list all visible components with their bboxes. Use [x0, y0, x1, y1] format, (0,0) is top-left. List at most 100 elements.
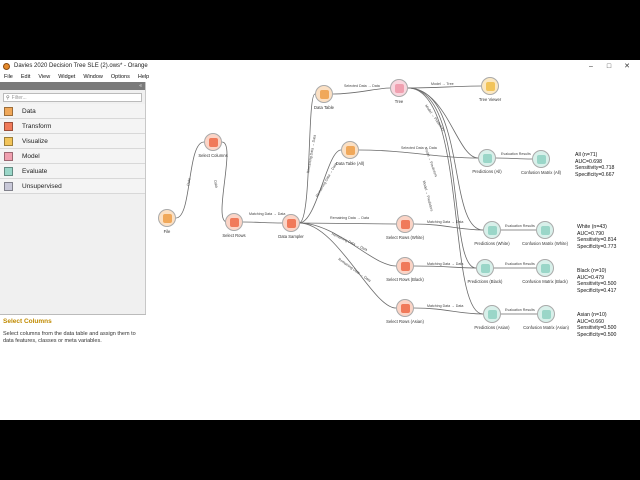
file-icon [162, 213, 172, 223]
data-table-widget[interactable] [315, 85, 333, 103]
predictions-white-widget[interactable] [483, 221, 501, 239]
select-rows-black-label: Select Rows (Black) [386, 277, 424, 282]
edge-label-matching: Matching Data → Data [427, 262, 464, 266]
tree-viewer-icon [485, 81, 495, 91]
menu-view[interactable]: View [34, 74, 54, 80]
tree-viewer-widget[interactable] [481, 77, 499, 95]
select-rows-widget[interactable] [225, 213, 243, 231]
tree-icon [394, 83, 404, 93]
tree-widget[interactable] [390, 79, 408, 97]
predictions-all-label: Predictions (All) [472, 169, 502, 174]
select-rows-label: Select Rows [222, 233, 246, 238]
confusion-all-widget[interactable] [532, 150, 550, 168]
results-all: All (n=71) AUC=0.698 Sensitivity=0.718 S… [575, 152, 614, 178]
link-data-table-tree [332, 87, 391, 95]
workflow-links [175, 85, 537, 315]
data-sampler-label: Data Sampler [278, 234, 304, 239]
menu-bar: File Edit View Widget Window Options Hel… [0, 72, 640, 82]
result-line: All (n=71) [575, 152, 598, 158]
result-line: AUC=0.479 [577, 274, 604, 281]
category-label: Evaluate [22, 167, 48, 175]
category-label: Model [22, 152, 40, 160]
workflow-canvas[interactable]: Data Data Matching Data → Data Remaining… [147, 77, 640, 420]
category-transform[interactable]: Transform [0, 119, 145, 134]
edge-label-evaluation: Evaluation Results [505, 224, 535, 228]
results-asian: Asian (n=10) AUC=0.660 Sensitivity=0.500… [577, 312, 616, 338]
result-line: AUC=0.698 [575, 158, 602, 165]
data-table-icon [319, 89, 329, 99]
evaluate-category-icon [0, 164, 16, 179]
category-data[interactable]: Data [0, 104, 145, 119]
confusion-black-widget[interactable] [536, 259, 554, 277]
link-select-rows-data-sampler [242, 221, 283, 224]
model-category-icon [0, 149, 16, 164]
category-label: Data [22, 107, 36, 115]
menu-file[interactable]: File [0, 74, 17, 80]
confusion-matrix-icon [540, 263, 550, 273]
confusion-matrix-icon [536, 154, 546, 164]
result-line: Specificity=0.417 [577, 287, 617, 294]
predictions-icon [487, 225, 497, 235]
menu-options[interactable]: Options [107, 74, 134, 80]
widget-filter-input[interactable]: ⚲ Filter... [3, 93, 142, 102]
confusion-asian-widget[interactable] [537, 305, 555, 323]
edge-label-matching: Matching Data → Data [249, 212, 286, 216]
result-line: White (n=43) [577, 224, 607, 230]
select-rows-asian-widget[interactable] [396, 299, 414, 317]
predictions-white-label: Predictions (White) [474, 241, 510, 246]
result-line: Sensitivity=0.814 [577, 237, 617, 244]
predictions-icon [482, 153, 492, 163]
select-rows-white-widget[interactable] [396, 215, 414, 233]
menu-edit[interactable]: Edit [17, 74, 34, 80]
close-icon[interactable]: ✕ [618, 62, 636, 70]
predictions-all-widget[interactable] [478, 149, 496, 167]
panel-header: « [0, 82, 145, 90]
confusion-matrix-icon [541, 309, 551, 319]
confusion-white-label: Confusion Matrix (White) [521, 241, 569, 246]
predictions-asian-widget[interactable] [483, 305, 501, 323]
select-columns-widget[interactable] [204, 133, 222, 151]
tree-label: Tree [394, 99, 404, 104]
edge-label-evaluation: Evaluation Results [505, 262, 535, 266]
widget-panel: « ⚲ Filter... Data Transform Visualize M… [0, 82, 146, 420]
menu-window[interactable]: Window [79, 74, 107, 80]
menu-widget[interactable]: Widget [54, 74, 79, 80]
data-table-icon [345, 145, 355, 155]
result-line: Specificity=0.773 [577, 243, 617, 250]
maximize-icon[interactable]: □ [600, 63, 618, 70]
data-sampler-icon [286, 218, 296, 228]
link-select-rows-asian-predictions [413, 307, 484, 315]
edge-label-model-tree: Model → Tree [431, 82, 454, 86]
data-table-all-widget[interactable] [341, 141, 359, 159]
result-line: Specificity=0.500 [577, 331, 617, 338]
select-rows-black-widget[interactable] [396, 257, 414, 275]
category-model[interactable]: Model [0, 149, 145, 164]
visualize-category-icon [0, 134, 16, 149]
predictions-icon [480, 263, 490, 273]
edge-label-remaining: Remaining Data → Data [330, 216, 369, 220]
link-sampler-select-rows-white [298, 222, 397, 225]
result-line: Sensitivity=0.718 [575, 165, 615, 172]
confusion-asian-label: Confusion Matrix (Asian) [523, 325, 569, 330]
predictions-black-widget[interactable] [476, 259, 494, 277]
confusion-white-widget[interactable] [536, 221, 554, 239]
edge-label-evaluation: Evaluation Results [501, 152, 531, 156]
menu-help[interactable]: Help [134, 74, 153, 80]
window-title: Davies 2020 Decision Tree SLE (2).ows* -… [14, 63, 148, 69]
select-rows-icon [400, 303, 410, 313]
collapse-panel-icon[interactable]: « [139, 82, 142, 90]
data-sampler-widget[interactable] [282, 214, 300, 232]
title-bar: Davies 2020 Decision Tree SLE (2).ows* -… [0, 60, 640, 72]
result-line: Specificity=0.667 [575, 171, 615, 178]
data-table-label: Data Table [314, 105, 334, 110]
minimize-icon[interactable]: – [582, 63, 600, 70]
category-visualize[interactable]: Visualize [0, 134, 145, 149]
widget-description-box: Select Columns Select columns from the d… [0, 314, 146, 420]
file-widget[interactable] [158, 209, 176, 227]
filter-placeholder: Filter... [11, 94, 27, 101]
select-columns-label: Select Columns [198, 153, 228, 158]
category-evaluate[interactable]: Evaluate [0, 164, 145, 179]
link-select-rows-black-predictions [413, 265, 477, 269]
category-unsupervised[interactable]: Unsupervised [0, 179, 145, 194]
link-tree-predictions-white [407, 87, 484, 231]
